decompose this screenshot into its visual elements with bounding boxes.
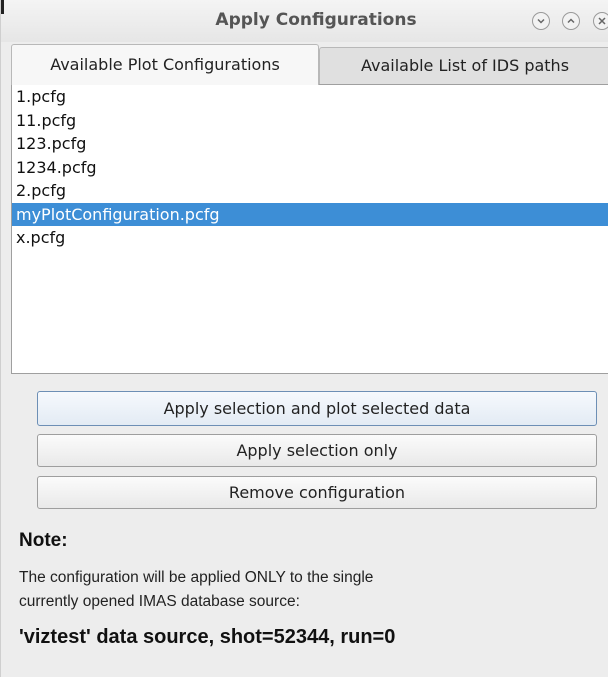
title-bar[interactable]: Apply Configurations bbox=[1, 0, 608, 42]
minimize-icon bbox=[537, 18, 545, 24]
apply-and-plot-button[interactable]: Apply selection and plot selected data bbox=[37, 391, 597, 426]
minimize-button[interactable] bbox=[532, 12, 550, 30]
tab-bar: Available Plot Configurations Available … bbox=[11, 44, 608, 85]
remove-configuration-button[interactable]: Remove configuration bbox=[37, 476, 597, 509]
close-button[interactable] bbox=[593, 12, 608, 30]
list-item[interactable]: 1234.pcfg bbox=[12, 156, 608, 180]
configuration-list[interactable]: 1.pcfg 11.pcfg 123.pcfg 1234.pcfg 2.pcfg… bbox=[11, 84, 608, 374]
note-line-1: The configuration will be applied ONLY t… bbox=[19, 569, 374, 586]
note-text: The configuration will be applied ONLY t… bbox=[19, 566, 579, 614]
window-title: Apply Configurations bbox=[215, 10, 417, 30]
tab-available-plot-configurations[interactable]: Available Plot Configurations bbox=[11, 44, 319, 85]
tab-available-ids-paths[interactable]: Available List of IDS paths bbox=[319, 47, 608, 84]
list-item[interactable]: 1.pcfg bbox=[12, 85, 608, 109]
list-item-selected[interactable]: myPlotConfiguration.pcfg bbox=[12, 202, 608, 226]
note-heading: Note: bbox=[19, 530, 68, 551]
apply-configurations-window: Apply Configurations Available Plot Conf… bbox=[0, 0, 608, 677]
note-line-2: currently opened IMAS database source: bbox=[19, 593, 300, 610]
close-icon bbox=[598, 17, 606, 25]
data-source-label: 'viztest' data source, shot=52344, run=0 bbox=[19, 626, 396, 648]
maximize-icon bbox=[567, 18, 575, 24]
maximize-button[interactable] bbox=[562, 12, 580, 30]
list-item[interactable]: x.pcfg bbox=[12, 226, 608, 250]
list-item[interactable]: 11.pcfg bbox=[12, 109, 608, 133]
list-item[interactable]: 2.pcfg bbox=[12, 179, 608, 203]
list-item[interactable]: 123.pcfg bbox=[12, 132, 608, 156]
apply-selection-only-button[interactable]: Apply selection only bbox=[37, 434, 597, 467]
